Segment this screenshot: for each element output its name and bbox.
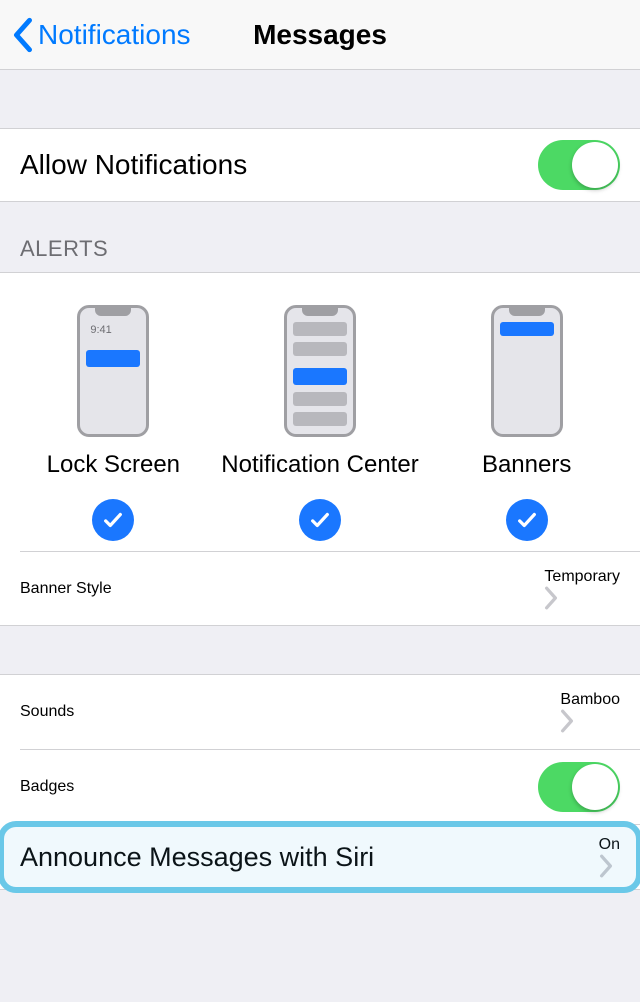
alert-label: Banners xyxy=(482,451,571,479)
phone-notification-center-icon xyxy=(284,305,356,437)
alert-label: Notification Center xyxy=(221,451,418,479)
alert-label: Lock Screen xyxy=(47,451,180,479)
alerts-options-row: 9:41 Lock Screen Notification Center xyxy=(0,305,640,551)
phone-lock-screen-icon: 9:41 xyxy=(77,305,149,437)
switch-knob xyxy=(572,764,618,810)
badges-row: Badges xyxy=(0,750,640,824)
badges-toggle[interactable] xyxy=(538,762,620,812)
allow-notifications-row: Allow Notifications xyxy=(0,128,640,202)
alert-option-lock-screen[interactable]: 9:41 Lock Screen xyxy=(13,305,213,541)
allow-notifications-toggle[interactable] xyxy=(538,140,620,190)
allow-notifications-label: Allow Notifications xyxy=(20,149,247,181)
announce-with-siri-row[interactable]: Announce Messages with Siri On xyxy=(0,825,640,889)
switch-knob xyxy=(572,142,618,188)
check-icon xyxy=(299,499,341,541)
phone-banners-icon xyxy=(491,305,563,437)
announce-label: Announce Messages with Siri xyxy=(20,842,374,873)
chevron-right-icon xyxy=(599,854,620,878)
options-group: Sounds Bamboo Badges Announce Messages w… xyxy=(0,674,640,890)
chevron-left-icon xyxy=(12,17,34,53)
sounds-label: Sounds xyxy=(20,703,74,721)
alert-option-notification-center[interactable]: Notification Center xyxy=(220,305,420,541)
row-right: Bamboo xyxy=(560,691,620,733)
row-right: Temporary xyxy=(544,568,620,610)
spacer xyxy=(0,626,640,674)
alert-option-banners[interactable]: Banners xyxy=(427,305,627,541)
sounds-value: Bamboo xyxy=(560,691,620,708)
check-icon xyxy=(92,499,134,541)
back-button[interactable]: Notifications xyxy=(12,0,191,70)
row-right: On xyxy=(599,836,620,878)
check-icon xyxy=(506,499,548,541)
alerts-header: ALERTS xyxy=(0,202,640,272)
chevron-right-icon xyxy=(560,709,620,733)
sounds-row[interactable]: Sounds Bamboo xyxy=(0,675,640,749)
alerts-panel: 9:41 Lock Screen Notification Center xyxy=(0,272,640,626)
page-title: Messages xyxy=(253,19,387,51)
spacer xyxy=(0,70,640,128)
announce-value: On xyxy=(599,836,620,853)
banner-style-label: Banner Style xyxy=(20,580,112,598)
navbar: Notifications Messages xyxy=(0,0,640,70)
lock-time: 9:41 xyxy=(90,324,111,336)
banner-style-row[interactable]: Banner Style Temporary xyxy=(0,552,640,626)
badges-label: Badges xyxy=(20,778,74,796)
chevron-right-icon xyxy=(544,586,620,610)
banner-style-value: Temporary xyxy=(544,568,620,585)
back-label: Notifications xyxy=(38,19,191,51)
